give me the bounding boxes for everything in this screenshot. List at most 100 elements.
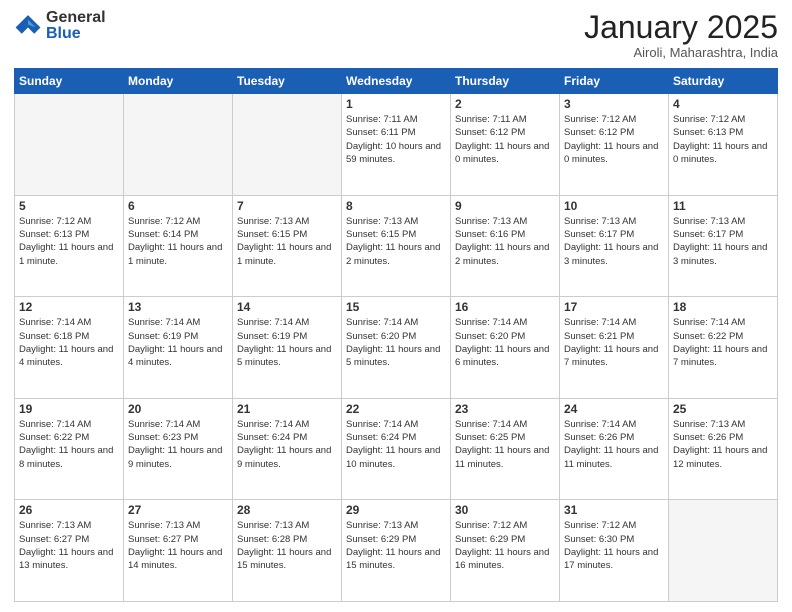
sunset-label: Sunset: 6:22 PM	[19, 432, 89, 443]
day-info: Sunrise: 7:12 AMSunset: 6:13 PMDaylight:…	[19, 215, 119, 268]
daylight-label: Daylight: 11 hours and 4 minutes.	[128, 344, 222, 368]
calendar-cell: 23Sunrise: 7:14 AMSunset: 6:25 PMDayligh…	[451, 398, 560, 500]
day-info: Sunrise: 7:12 AMSunset: 6:13 PMDaylight:…	[673, 113, 773, 166]
daylight-label: Daylight: 11 hours and 3 minutes.	[564, 242, 658, 266]
sunrise-label: Sunrise: 7:14 AM	[346, 419, 418, 430]
sunset-label: Sunset: 6:17 PM	[673, 229, 743, 240]
calendar-cell: 16Sunrise: 7:14 AMSunset: 6:20 PMDayligh…	[451, 297, 560, 399]
sunrise-label: Sunrise: 7:13 AM	[19, 520, 91, 531]
sunset-label: Sunset: 6:25 PM	[455, 432, 525, 443]
calendar-week-5: 26 Sunrise: 7:13 AMSunset: 6:27 PMDayligh…	[15, 500, 778, 602]
day-number: 30	[455, 503, 555, 517]
calendar-cell: 24Sunrise: 7:14 AMSunset: 6:26 PMDayligh…	[560, 398, 669, 500]
sunrise-label: Sunrise: 7:12 AM	[128, 216, 200, 227]
calendar-cell: 15Sunrise: 7:14 AMSunset: 6:20 PMDayligh…	[342, 297, 451, 399]
calendar-cell	[669, 500, 778, 602]
calendar-cell: 6Sunrise: 7:12 AMSunset: 6:14 PMDaylight…	[124, 195, 233, 297]
daylight-label: Daylight: 11 hours and 16 minutes.	[455, 547, 549, 571]
day-info: Sunrise: 7:12 AMSunset: 6:14 PMDaylight:…	[128, 215, 228, 268]
day-number: 21	[237, 402, 337, 416]
sunrise-label: Sunrise: 7:13 AM	[346, 216, 418, 227]
sunset-label: Sunset: 6:15 PM	[346, 229, 416, 240]
sunrise-label: Sunrise: 7:13 AM	[673, 419, 745, 430]
sunrise-label: Sunrise: 7:14 AM	[128, 317, 200, 328]
day-info: Sunrise: 7:12 AMSunset: 6:30 PMDaylight:…	[564, 519, 664, 572]
day-number: 19	[19, 402, 119, 416]
calendar-header-row: Sunday Monday Tuesday Wednesday Thursday…	[15, 69, 778, 94]
day-number: 20	[128, 402, 228, 416]
header-tuesday: Tuesday	[233, 69, 342, 94]
day-info: Sunrise: 7:14 AMSunset: 6:23 PMDaylight:…	[128, 418, 228, 471]
logo-general-text: General	[46, 10, 106, 26]
day-number: 26	[19, 503, 119, 517]
calendar-cell: 27Sunrise: 7:13 AMSunset: 6:27 PMDayligh…	[124, 500, 233, 602]
day-number: 3	[564, 97, 664, 111]
sunrise-label: Sunrise: 7:12 AM	[673, 114, 745, 125]
day-info: Sunrise: 7:13 AMSunset: 6:26 PMDaylight:…	[673, 418, 773, 471]
calendar-cell: 26 Sunrise: 7:13 AMSunset: 6:27 PMDayligh…	[15, 500, 124, 602]
day-info: Sunrise: 7:14 AMSunset: 6:25 PMDaylight:…	[455, 418, 555, 471]
daylight-label: Daylight: 11 hours and 8 minutes.	[19, 445, 113, 469]
sunrise-label: Sunrise: 7:12 AM	[455, 520, 527, 531]
day-number: 25	[673, 402, 773, 416]
sunrise-label: Sunrise: 7:14 AM	[564, 317, 636, 328]
header-wednesday: Wednesday	[342, 69, 451, 94]
calendar-cell: 31 Sunrise: 7:12 AMSunset: 6:30 PMDayligh…	[560, 500, 669, 602]
calendar-cell	[233, 94, 342, 196]
day-number: 8	[346, 199, 446, 213]
day-info: Sunrise: 7:14 AMSunset: 6:20 PMDaylight:…	[455, 316, 555, 369]
month-title: January 2025	[584, 10, 778, 45]
sunset-label: Sunset: 6:18 PM	[19, 331, 89, 342]
location: Airoli, Maharashtra, India	[584, 45, 778, 60]
sunset-label: Sunset: 6:15 PM	[237, 229, 307, 240]
calendar-cell	[124, 94, 233, 196]
calendar-cell: 10Sunrise: 7:13 AMSunset: 6:17 PMDayligh…	[560, 195, 669, 297]
calendar-cell: 22Sunrise: 7:14 AMSunset: 6:24 PMDayligh…	[342, 398, 451, 500]
daylight-label: Daylight: 11 hours and 0 minutes.	[564, 141, 658, 165]
day-number: 24	[564, 402, 664, 416]
daylight-label: Daylight: 11 hours and 9 minutes.	[237, 445, 331, 469]
sunset-label: Sunset: 6:30 PM	[564, 534, 634, 545]
sunset-label: Sunset: 6:19 PM	[237, 331, 307, 342]
sunrise-label: Sunrise: 7:12 AM	[564, 114, 636, 125]
day-info: Sunrise: 7:13 AMSunset: 6:17 PMDaylight:…	[564, 215, 664, 268]
daylight-label: Daylight: 11 hours and 13 minutes.	[19, 547, 113, 571]
sunset-label: Sunset: 6:26 PM	[564, 432, 634, 443]
sunrise-label: Sunrise: 7:14 AM	[19, 317, 91, 328]
day-info: Sunrise: 7:13 AMSunset: 6:27 PMDaylight:…	[19, 519, 119, 572]
sunset-label: Sunset: 6:17 PM	[564, 229, 634, 240]
daylight-label: Daylight: 11 hours and 17 minutes.	[564, 547, 658, 571]
daylight-label: Daylight: 11 hours and 3 minutes.	[673, 242, 767, 266]
daylight-label: Daylight: 11 hours and 5 minutes.	[237, 344, 331, 368]
day-number: 18	[673, 300, 773, 314]
sunset-label: Sunset: 6:21 PM	[564, 331, 634, 342]
daylight-label: Daylight: 11 hours and 12 minutes.	[673, 445, 767, 469]
day-info: Sunrise: 7:14 AMSunset: 6:21 PMDaylight:…	[564, 316, 664, 369]
calendar-cell: 7Sunrise: 7:13 AMSunset: 6:15 PMDaylight…	[233, 195, 342, 297]
calendar-cell: 14Sunrise: 7:14 AMSunset: 6:19 PMDayligh…	[233, 297, 342, 399]
sunrise-label: Sunrise: 7:13 AM	[673, 216, 745, 227]
sunset-label: Sunset: 6:14 PM	[128, 229, 198, 240]
logo-blue-text: Blue	[46, 26, 106, 42]
sunrise-label: Sunrise: 7:14 AM	[673, 317, 745, 328]
calendar-cell: 9Sunrise: 7:13 AMSunset: 6:16 PMDaylight…	[451, 195, 560, 297]
day-number: 31	[564, 503, 664, 517]
day-number: 29	[346, 503, 446, 517]
calendar-cell: 21Sunrise: 7:14 AMSunset: 6:24 PMDayligh…	[233, 398, 342, 500]
day-number: 27	[128, 503, 228, 517]
day-info: Sunrise: 7:13 AM Sunset: 6:17 PM Daylight:…	[673, 215, 773, 268]
daylight-label: Daylight: 11 hours and 5 minutes.	[346, 344, 440, 368]
day-info: Sunrise: 7:13 AMSunset: 6:15 PMDaylight:…	[346, 215, 446, 268]
page: General Blue January 2025 Airoli, Mahara…	[0, 0, 792, 612]
header: General Blue January 2025 Airoli, Mahara…	[14, 10, 778, 60]
daylight-label: Daylight: 11 hours and 9 minutes.	[128, 445, 222, 469]
sunrise-label: Sunrise: 7:12 AM	[19, 216, 91, 227]
daylight-label: Daylight: 10 hours and 59 minutes.	[346, 141, 441, 165]
sunset-label: Sunset: 6:13 PM	[673, 127, 743, 138]
day-number: 22	[346, 402, 446, 416]
sunrise-label: Sunrise: 7:14 AM	[455, 419, 527, 430]
header-monday: Monday	[124, 69, 233, 94]
sunrise-label: Sunrise: 7:14 AM	[237, 317, 309, 328]
sunset-label: Sunset: 6:16 PM	[455, 229, 525, 240]
day-number: 13	[128, 300, 228, 314]
